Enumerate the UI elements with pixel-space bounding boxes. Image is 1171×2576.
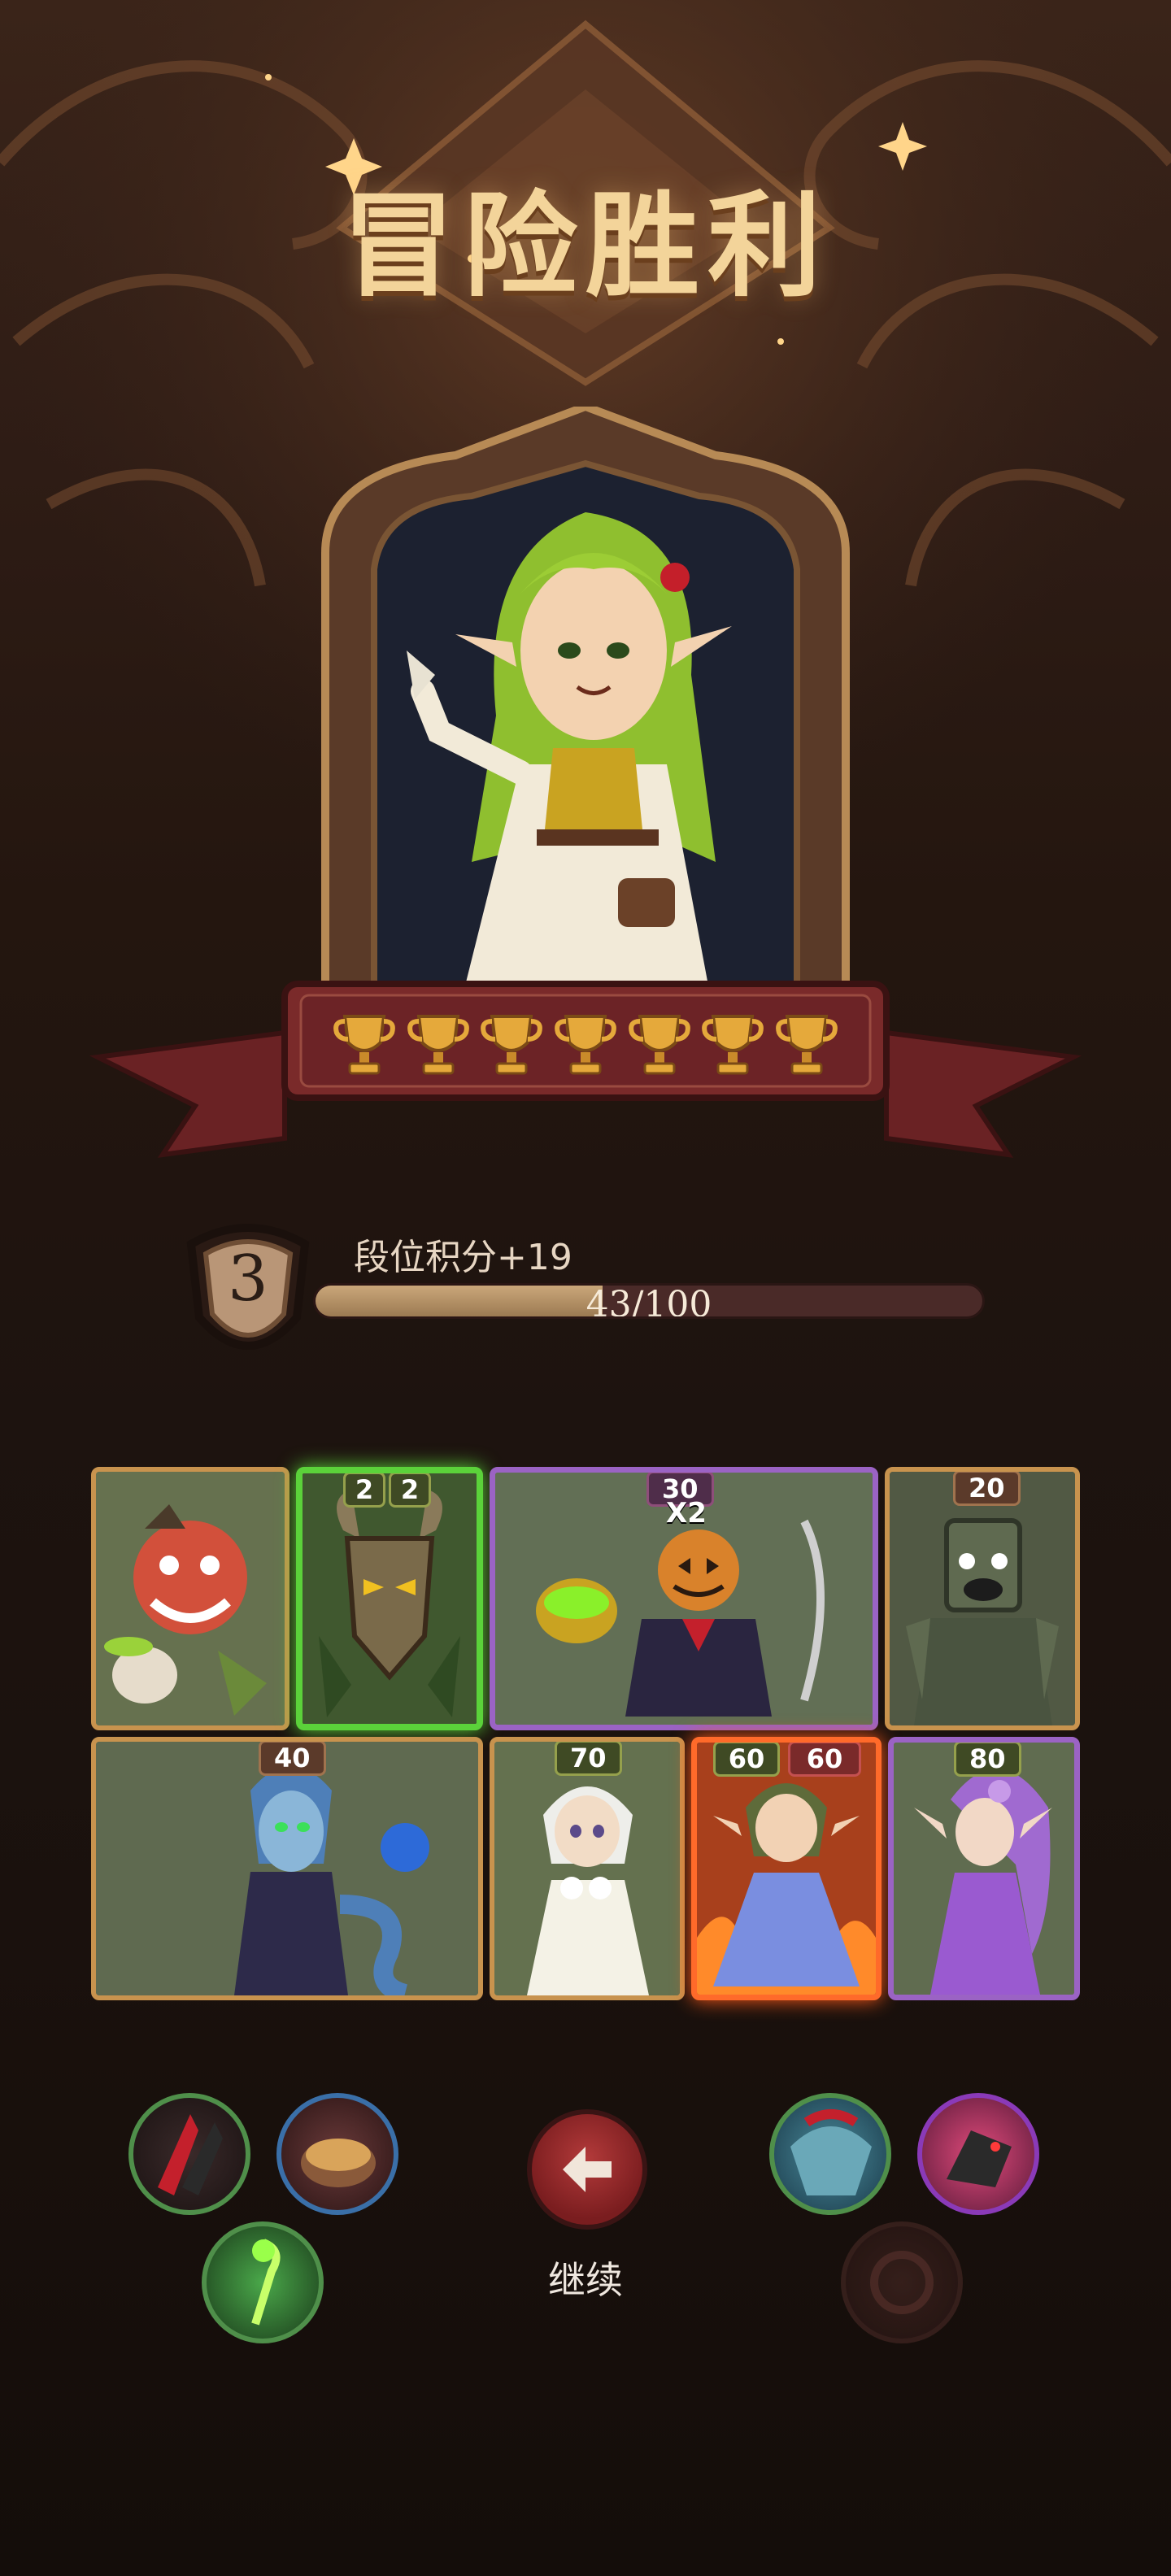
trophy-icon bbox=[628, 1015, 690, 1075]
trophy-icon bbox=[481, 1015, 543, 1075]
trophy-icon bbox=[333, 1015, 395, 1075]
rank-progress: 3 段位积分+19 43/100 bbox=[167, 1212, 988, 1374]
skill-green-staff-icon[interactable] bbox=[202, 2221, 324, 2343]
trophy-icon bbox=[702, 1015, 764, 1075]
skill-red-claw-icon[interactable] bbox=[128, 2093, 250, 2215]
skill-blue-beast-icon[interactable] bbox=[769, 2093, 891, 2215]
continue-label: 继续 bbox=[548, 2258, 623, 2302]
trophy-row bbox=[333, 1000, 838, 1090]
wooden-mask-card[interactable]: 2 2 bbox=[296, 1467, 483, 1730]
card-cost-badge: 70 bbox=[555, 1742, 622, 1776]
trophy-icon bbox=[555, 1015, 616, 1075]
trophy-icon bbox=[776, 1015, 838, 1075]
sea-witch-card[interactable]: 40 bbox=[91, 1737, 483, 2000]
page-title: 冒险胜利 bbox=[341, 181, 829, 313]
rank-progress-bar: 43/100 bbox=[313, 1283, 985, 1319]
pumpkin-reaper-card[interactable]: 30 X2 bbox=[490, 1467, 878, 1730]
flower-fairy-card[interactable]: 70 bbox=[490, 1737, 685, 2000]
hero-portrait bbox=[321, 407, 850, 1029]
blue-dress-elf-card[interactable]: 60 60 bbox=[691, 1737, 882, 2000]
card-cost-badge: 2 bbox=[389, 1473, 431, 1508]
stone-golem-card[interactable]: 20 bbox=[885, 1467, 1080, 1730]
card-cost-badge: 2 bbox=[343, 1473, 385, 1508]
card-cost-badge: 20 bbox=[953, 1472, 1021, 1506]
card-cost-badge: 60 bbox=[713, 1743, 780, 1777]
skill-treasure-icon[interactable] bbox=[276, 2093, 398, 2215]
skill-locked-icon bbox=[841, 2221, 963, 2343]
card-multiplier: X2 bbox=[666, 1497, 707, 1530]
rank-tier: 3 bbox=[228, 1242, 268, 1316]
rank-progress-text: 43/100 bbox=[586, 1284, 712, 1319]
tomato-demon-card[interactable] bbox=[91, 1467, 289, 1730]
rank-points-label: 段位积分+19 bbox=[354, 1237, 572, 1278]
trophy-icon bbox=[407, 1015, 469, 1075]
purple-elf-card[interactable]: 80 bbox=[888, 1737, 1080, 2000]
card-cost-badge: 80 bbox=[954, 1743, 1021, 1777]
arrow-left-icon bbox=[563, 2147, 612, 2192]
card-cost-badge: 60 bbox=[788, 1743, 861, 1777]
continue-button[interactable] bbox=[527, 2109, 647, 2230]
card-cost-badge: 40 bbox=[259, 1742, 326, 1776]
skill-dragon-icon[interactable] bbox=[917, 2093, 1039, 2215]
